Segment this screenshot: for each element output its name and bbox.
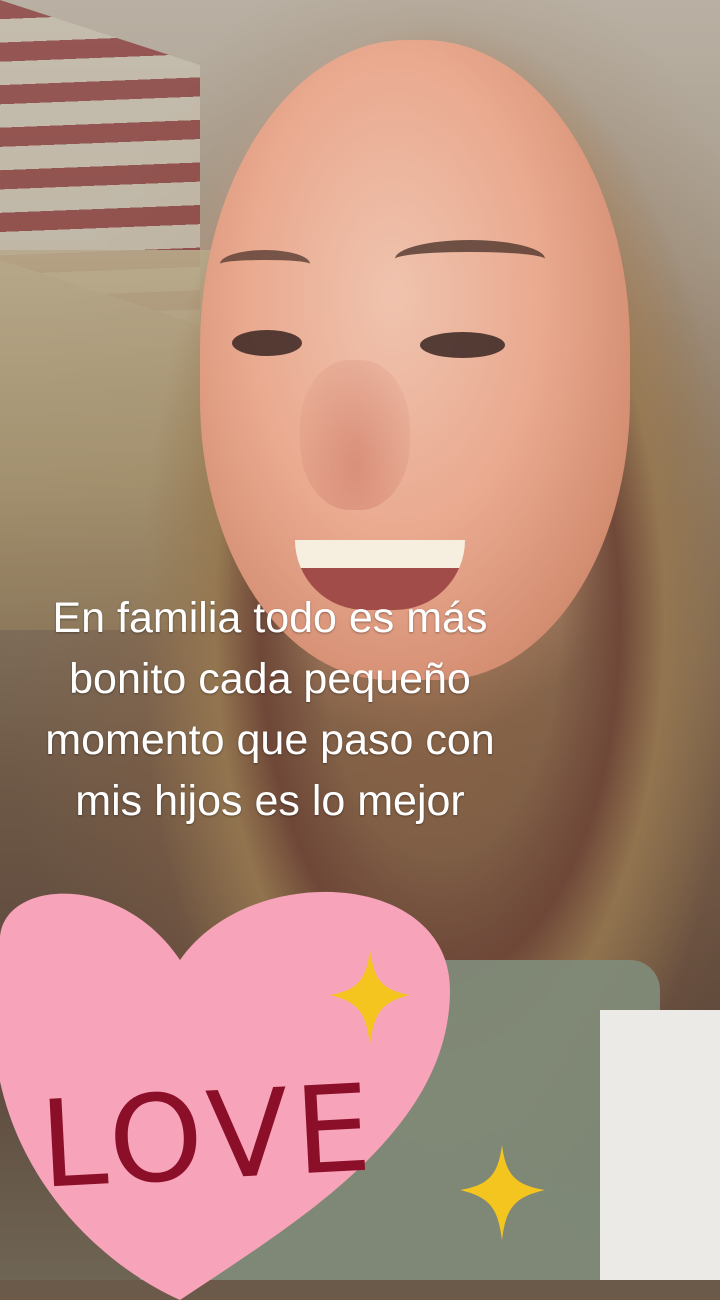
right-eye [420,332,505,358]
sparkle-icon [460,1145,545,1240]
video-caption: En familia todo es más bonito cada peque… [0,588,540,832]
right-eyebrow [395,240,545,278]
caption-line: mis hijos es lo mejor [75,777,465,825]
sparkle-icon [330,950,410,1045]
left-eye [232,330,302,356]
caption-line: En familia todo es más [52,594,488,642]
caption-line: bonito cada pequeño [69,655,471,703]
nose [300,360,410,510]
shoulder [600,1010,720,1280]
left-eyebrow [220,250,310,278]
love-sticker-text: LOVE [36,1059,381,1216]
caption-line: momento que paso con [45,716,495,764]
